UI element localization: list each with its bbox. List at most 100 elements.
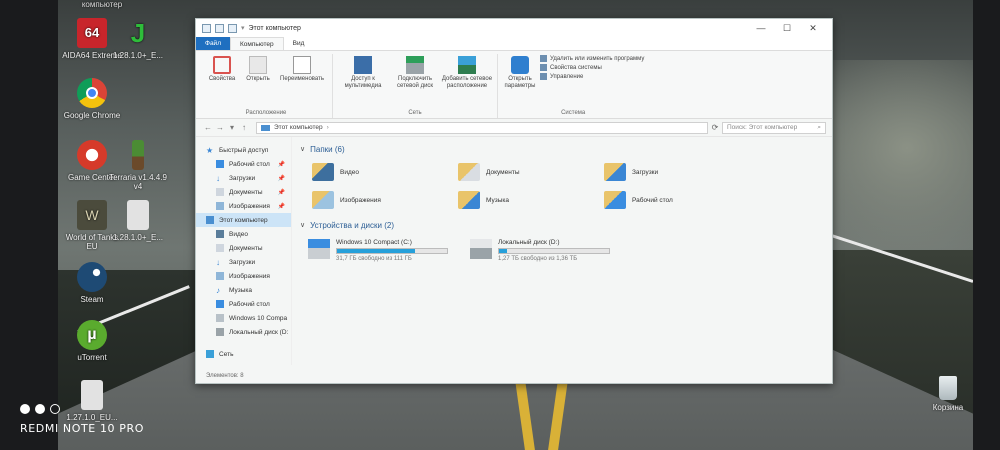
folders-section-header[interactable]: ∨ Папки (6) xyxy=(300,143,832,155)
drive-usage-fill xyxy=(499,249,507,253)
close-button[interactable]: ✕ xyxy=(800,23,826,34)
search-input[interactable]: Поиск: Этот компьютер ⌕ xyxy=(722,121,826,134)
back-arrow-icon[interactable]: ← xyxy=(202,123,214,132)
folder-downloads[interactable]: Загрузки xyxy=(604,163,750,181)
address-input[interactable]: Этот компьютер › xyxy=(256,121,708,134)
video-folder-icon xyxy=(312,163,334,181)
pin-icon: 📌 xyxy=(277,203,285,210)
chevron-down-icon[interactable]: ▾ xyxy=(226,123,238,132)
nav-documents[interactable]: Документы 📌 xyxy=(196,185,291,199)
drive-name: Windows 10 Compact (C:) xyxy=(336,239,412,246)
folder-pictures[interactable]: Изображения xyxy=(312,191,458,209)
desktop-folder-icon xyxy=(216,300,224,308)
nav-quick-access[interactable]: ★ Быстрый доступ xyxy=(196,143,291,157)
title-bar[interactable]: ▾ Этот компьютер — ☐ ✕ xyxy=(196,19,832,37)
drive-c[interactable]: Windows 10 Compact (C:) 31,7 ГБ свободно… xyxy=(308,239,458,262)
up-arrow-icon[interactable]: ↑ xyxy=(238,123,250,132)
desktop-icon-chrome[interactable]: Google Chrome xyxy=(60,78,124,120)
pictures-icon xyxy=(216,202,224,210)
desktop-icon-steam[interactable]: Steam xyxy=(60,262,124,304)
desktop-icon-label: Steam xyxy=(80,295,104,304)
drive-d[interactable]: Локальный диск (D:) 1,27 ТБ свободно из … xyxy=(470,239,620,262)
map-network-drive-button[interactable]: Подключить сетевой диск xyxy=(389,54,441,110)
drive-icon xyxy=(216,328,224,336)
tab-computer[interactable]: Компьютер xyxy=(229,37,284,50)
refresh-icon[interactable]: ⟳ xyxy=(708,123,722,132)
desktop-icon-terraria[interactable]: Terraria v1.4.4.9 v4 xyxy=(106,140,170,191)
nav-pc-pictures[interactable]: Изображения xyxy=(196,269,291,283)
rename-button[interactable]: Переименовать xyxy=(276,54,328,110)
watermark-dots xyxy=(20,404,144,414)
desktop-icon-recycle-bin[interactable]: Корзина xyxy=(916,376,980,412)
content-pane: ∨ Папки (6) Видео Документы Загрузки Изо… xyxy=(292,137,832,365)
explorer-window: ▾ Этот компьютер — ☐ ✕ Файл Компьютер Ви… xyxy=(195,18,833,384)
desktop-icon-utorrent[interactable]: µ uTorrent xyxy=(60,320,124,362)
nav-desktop[interactable]: Рабочий стол 📌 xyxy=(196,157,291,171)
nav-this-pc[interactable]: Этот компьютер xyxy=(196,213,291,227)
folder-desktop[interactable]: Рабочий стол xyxy=(604,191,750,209)
desktop-icon-label: uTorrent xyxy=(77,353,107,362)
nav-pc-documents[interactable]: Документы xyxy=(196,241,291,255)
star-icon: ★ xyxy=(206,146,214,155)
utorrent-icon: µ xyxy=(77,320,107,350)
network-drive-icon xyxy=(406,56,424,74)
window-menu-icon[interactable] xyxy=(202,23,211,33)
network-location-icon xyxy=(458,56,476,74)
music-folder-icon xyxy=(458,191,480,209)
nav-drive-c[interactable]: Windows 10 Compa xyxy=(196,311,291,325)
downloads-folder-icon xyxy=(604,163,626,181)
chevron-down-icon: ∨ xyxy=(300,146,306,153)
folder-video[interactable]: Видео xyxy=(312,163,458,181)
open-settings-button[interactable]: Открыть параметры xyxy=(502,54,538,110)
ribbon-group-system: Открыть параметры Удалить или изменить п… xyxy=(498,54,648,118)
nav-drive-d[interactable]: Локальный диск (D: xyxy=(196,325,291,339)
pictures-folder-icon xyxy=(312,191,334,209)
properties-button[interactable]: Свойства xyxy=(204,54,240,110)
nav-pc-desktop[interactable]: Рабочий стол xyxy=(196,297,291,311)
folder-music[interactable]: Музыка xyxy=(458,191,604,209)
drive-usage-fill xyxy=(337,249,416,253)
chevron-down-icon: ∨ xyxy=(300,222,306,229)
chevron-down-icon[interactable]: ▾ xyxy=(241,24,245,32)
file-icon xyxy=(127,200,149,230)
pictures-icon xyxy=(216,272,224,280)
nav-pc-downloads[interactable]: ↓ Загрузки xyxy=(196,255,291,269)
desktop-icon-file-1[interactable]: 1.28.1.0+_E... xyxy=(106,200,170,242)
camera-watermark: REDMI NOTE 10 PRO xyxy=(20,404,144,435)
devices-section-header[interactable]: ∨ Устройства и диски (2) xyxy=(300,219,832,231)
manage-button[interactable]: Управление xyxy=(540,72,644,81)
system-properties-button[interactable]: Свойства системы xyxy=(540,63,644,72)
computer-icon xyxy=(206,216,214,224)
new-folder-quick-icon[interactable] xyxy=(228,23,237,33)
open-icon xyxy=(249,56,267,74)
uninstall-program-button[interactable]: Удалить или изменить программу xyxy=(540,54,644,63)
tab-file[interactable]: Файл xyxy=(196,37,230,50)
forward-arrow-icon[interactable]: → xyxy=(214,123,226,132)
media-access-button[interactable]: Доступ к мультимедиа xyxy=(337,54,389,110)
minimize-button[interactable]: — xyxy=(748,23,774,34)
download-icon: ↓ xyxy=(216,258,220,267)
terraria-icon xyxy=(132,140,144,170)
nav-network[interactable]: Сеть xyxy=(196,347,291,361)
folder-documents[interactable]: Документы xyxy=(458,163,604,181)
nav-pictures[interactable]: Изображения 📌 xyxy=(196,199,291,213)
desktop-icon-jar[interactable]: J 1.28.1.0+_E... xyxy=(106,18,170,60)
window-title: Этот компьютер xyxy=(248,24,301,32)
rename-icon xyxy=(293,56,311,74)
explorer-body: ★ Быстрый доступ Рабочий стол 📌 ↓ Загруз… xyxy=(196,137,832,365)
search-icon: ⌕ xyxy=(817,123,821,131)
open-button[interactable]: Открыть xyxy=(240,54,276,110)
nav-downloads[interactable]: ↓ Загрузки 📌 xyxy=(196,171,291,185)
music-icon: ♪ xyxy=(216,286,220,295)
nav-music[interactable]: ♪ Музыка xyxy=(196,283,291,297)
maximize-button[interactable]: ☐ xyxy=(774,23,800,34)
add-network-location-button[interactable]: Добавить сетевое расположение xyxy=(441,54,493,110)
phone-model-label: REDMI NOTE 10 PRO xyxy=(20,422,144,435)
ribbon-group-label: Расположение xyxy=(245,110,287,116)
tab-view[interactable]: Вид xyxy=(284,37,314,50)
properties-quick-icon[interactable] xyxy=(215,23,224,33)
system-icon xyxy=(540,64,547,71)
chrome-icon xyxy=(77,78,107,108)
nav-video[interactable]: Видео xyxy=(196,227,291,241)
documents-icon xyxy=(216,188,224,196)
